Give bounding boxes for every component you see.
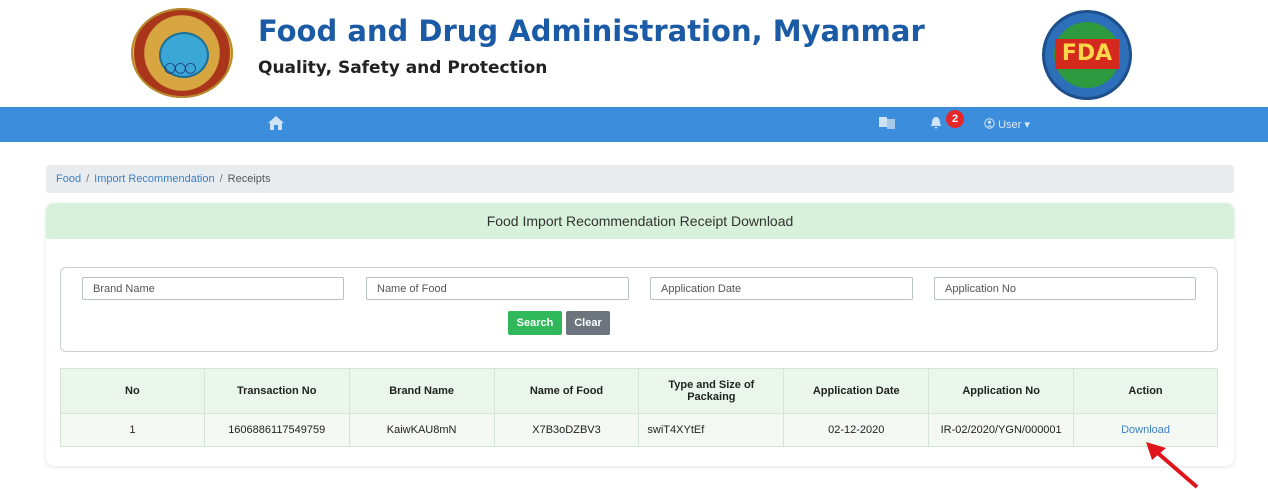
- home-icon[interactable]: [266, 115, 286, 133]
- language-icon[interactable]: [878, 116, 898, 134]
- application-date-input[interactable]: [650, 277, 913, 300]
- brand-name-input[interactable]: [82, 277, 344, 300]
- breadcrumb-separator: /: [86, 173, 90, 185]
- column-header: Type and Size of Packaing: [638, 368, 785, 414]
- column-header: Application No: [928, 368, 1075, 414]
- breadcrumb: Food / Import Recommendation / Receipts: [46, 165, 1234, 193]
- breadcrumb-item-import-recommendation[interactable]: Import Recommendation: [94, 173, 214, 185]
- fda-logo-text: FDA: [1055, 39, 1119, 69]
- notification-badge: 2: [946, 110, 964, 128]
- download-link[interactable]: Download: [1121, 424, 1170, 436]
- breadcrumb-item-food[interactable]: Food: [56, 173, 81, 185]
- cell-transaction-no: 1606886117549759: [203, 413, 350, 447]
- page-title: Food and Drug Administration, Myanmar: [258, 14, 925, 48]
- search-button[interactable]: Search: [508, 311, 562, 335]
- top-navbar: User ▾: [0, 107, 1268, 142]
- cell-application-no: IR-02/2020/YGN/000001: [928, 413, 1075, 447]
- chevron-down-icon: ▾: [1024, 119, 1030, 131]
- receipts-table: No Transaction No Brand Name Name of Foo…: [60, 368, 1218, 447]
- column-header: No: [60, 368, 205, 414]
- cell-brand-name: KaiwKAU8mN: [348, 413, 495, 447]
- breadcrumb-current: Receipts: [227, 173, 271, 185]
- table-header-row: No Transaction No Brand Name Name of Foo…: [60, 368, 1218, 414]
- user-menu[interactable]: User ▾: [984, 116, 1030, 134]
- fda-logo: FDA: [1042, 10, 1132, 100]
- user-circle-icon: [984, 118, 998, 131]
- page-subtitle: Quality, Safety and Protection: [258, 58, 548, 78]
- column-header: Brand Name: [348, 368, 495, 414]
- card-title: Food Import Recommendation Receipt Downl…: [46, 203, 1234, 239]
- cell-application-date: 02-12-2020: [783, 413, 930, 447]
- breadcrumb-separator: /: [219, 173, 223, 185]
- cell-packaging: swiT4XYtEf: [638, 413, 785, 447]
- column-header: Application Date: [783, 368, 930, 414]
- site-header: ○○○ Food and Drug Administration, Myanma…: [0, 0, 1268, 107]
- column-header: Name of Food: [493, 368, 640, 414]
- bell-icon[interactable]: [930, 116, 944, 134]
- column-header: Transaction No: [203, 368, 350, 414]
- user-label: User: [998, 119, 1022, 131]
- annotation-arrow: [1146, 442, 1199, 489]
- application-no-input[interactable]: [934, 277, 1196, 300]
- table-row: 1 1606886117549759 KaiwKAU8mN X7B3oDZBV3…: [60, 413, 1218, 447]
- cell-no: 1: [60, 413, 205, 447]
- ministry-logo: ○○○: [131, 8, 233, 98]
- name-of-food-input[interactable]: [366, 277, 629, 300]
- clear-button[interactable]: Clear: [566, 311, 610, 335]
- cell-name-of-food: X7B3oDZBV3: [493, 413, 640, 447]
- column-header: Action: [1073, 368, 1218, 414]
